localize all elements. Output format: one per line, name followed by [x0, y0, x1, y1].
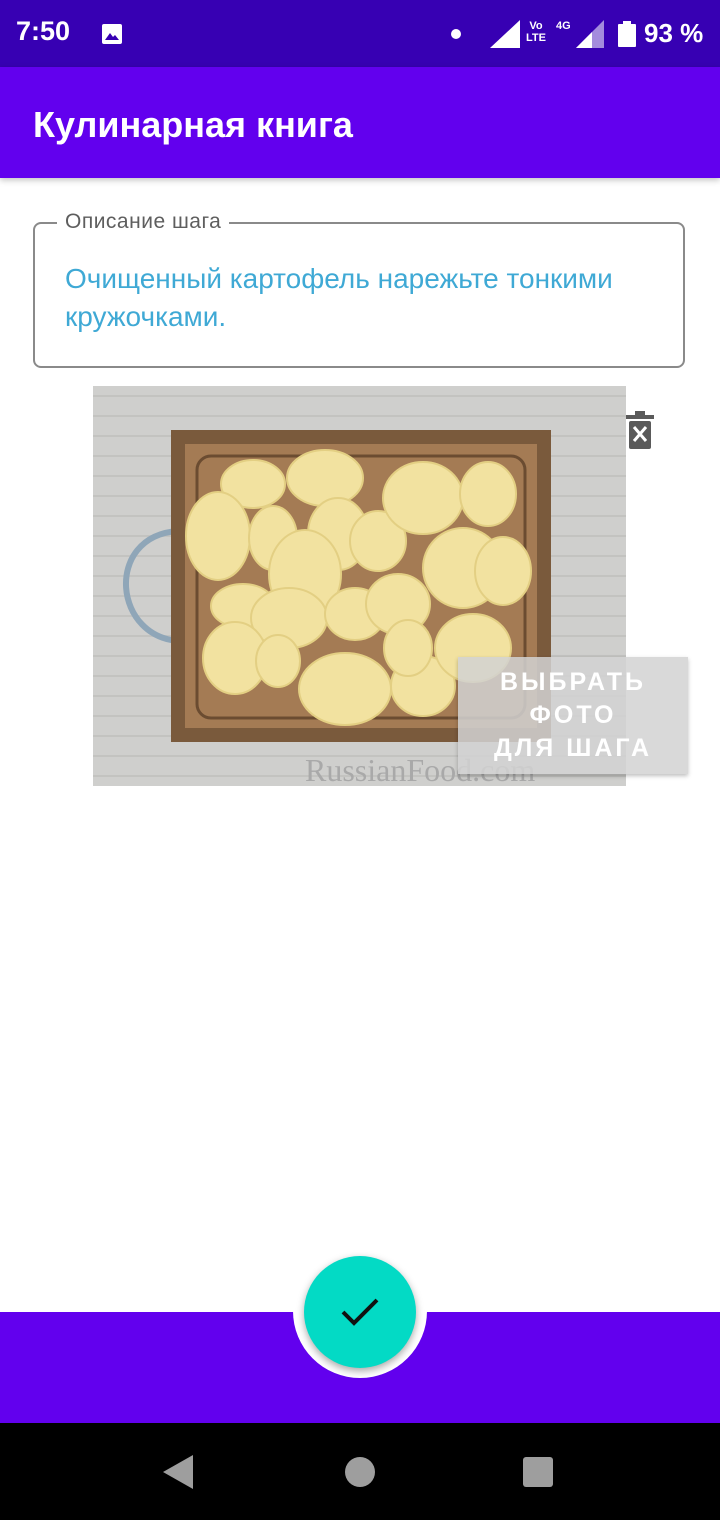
delete-icon[interactable]: [625, 411, 655, 449]
save-step-button[interactable]: [304, 1256, 416, 1368]
back-icon[interactable]: [163, 1455, 195, 1489]
network-type: 4G: [556, 20, 571, 32]
pick-photo-line3: ДЛЯ ШАГА: [493, 734, 653, 762]
step-description-input[interactable]: Очищенный картофель нарежьте тонкими кру…: [65, 260, 645, 336]
app-bar: Кулинарная книга: [0, 67, 720, 178]
step-description-label: Описание шага: [57, 210, 230, 234]
volte-line2: LTE: [526, 32, 546, 44]
notification-dot-icon: [451, 29, 461, 39]
home-icon[interactable]: [345, 1457, 375, 1487]
pick-photo-button[interactable]: ВЫБРАТЬ ФОТО ДЛЯ ШАГА: [458, 657, 688, 774]
photo-notification-icon: [102, 24, 122, 44]
pick-photo-line2: ФОТО: [529, 701, 617, 729]
status-time: 7:50: [16, 16, 71, 46]
volte-indicator: Vo LTE: [526, 20, 546, 44]
app-title: Кулинарная книга: [33, 104, 353, 145]
recents-icon[interactable]: [523, 1457, 553, 1487]
step-description-field[interactable]: Описание шага Очищенный картофель нарежь…: [33, 210, 685, 368]
signal-2-icon: [576, 20, 604, 48]
battery-level: 93 %: [644, 18, 704, 48]
check-icon: [341, 1298, 379, 1326]
signal-icon: [490, 20, 520, 48]
pick-photo-line1: ВЫБРАТЬ: [499, 668, 647, 696]
volte-line1: Vo: [529, 20, 543, 32]
status-bar: 7:50 Vo LTE 4G 93 %: [0, 0, 720, 67]
battery-icon: [618, 21, 636, 47]
